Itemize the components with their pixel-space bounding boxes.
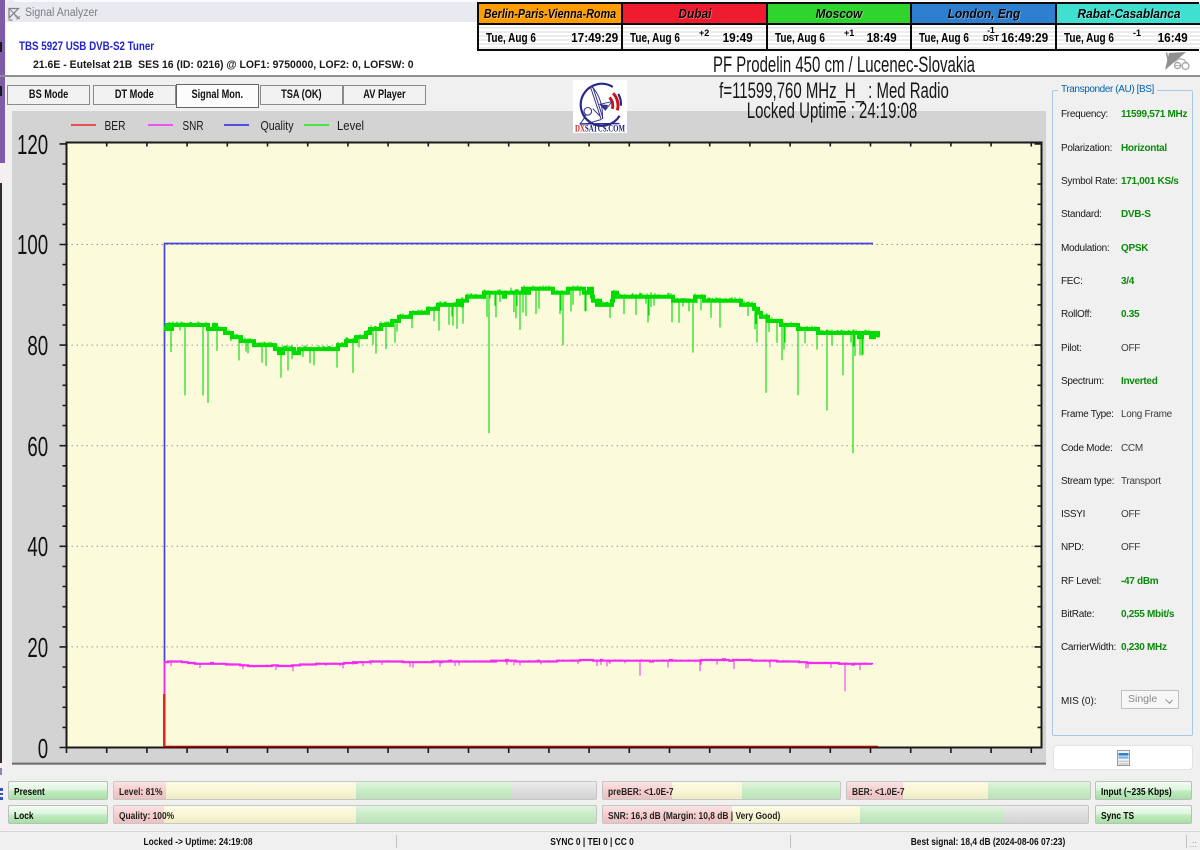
- svg-text:Quality: Quality: [261, 118, 294, 133]
- svg-text:0: 0: [38, 733, 48, 764]
- svg-text:BER: BER: [105, 118, 126, 133]
- svg-text:DXSATCS.COM: DXSATCS.COM: [575, 124, 625, 133]
- svg-text:Level: Level: [337, 118, 364, 133]
- svg-text:20: 20: [27, 632, 48, 663]
- svg-text:SNR: SNR: [183, 118, 204, 133]
- svg-text:60: 60: [27, 431, 48, 462]
- svg-text:80: 80: [27, 330, 48, 361]
- svg-text:120: 120: [17, 129, 48, 160]
- svg-text:40: 40: [27, 531, 48, 562]
- svg-text:100: 100: [17, 229, 48, 260]
